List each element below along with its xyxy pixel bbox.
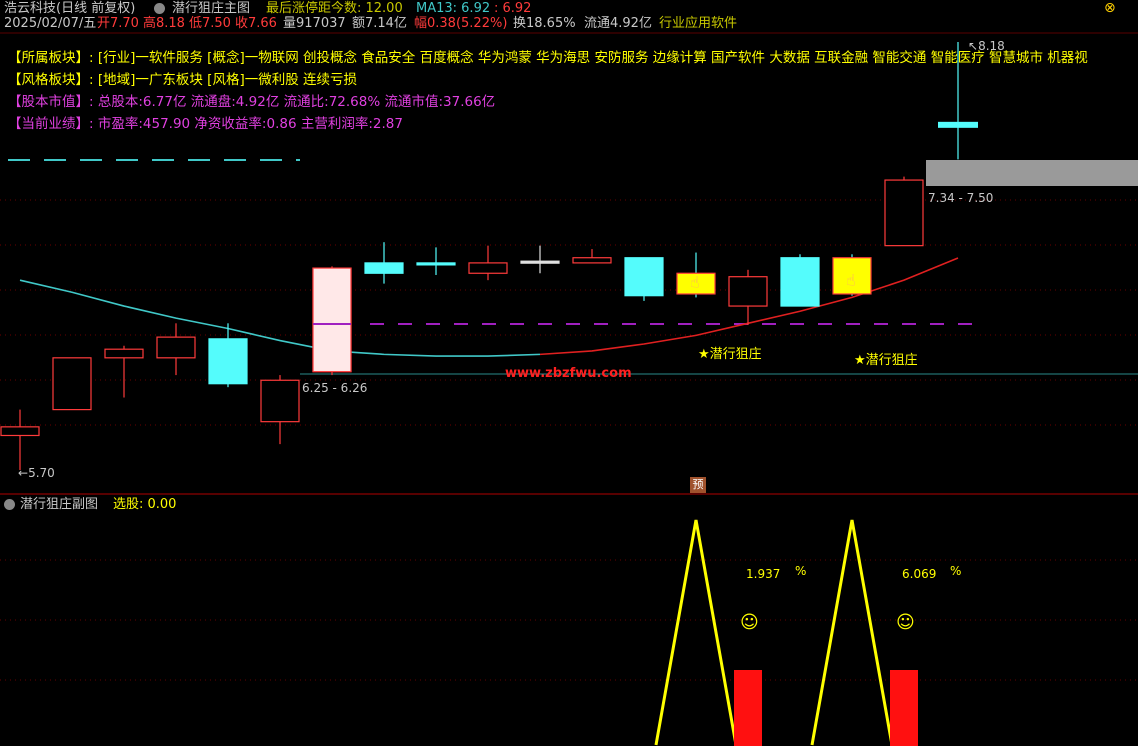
info-label: 【当前业绩】: [8, 116, 94, 132]
pct-label-2: 6.069 [902, 567, 937, 581]
info-row-capital: 【股本市值】: 总股本:6.77亿 流通盘:4.92亿 流通比:72.68% 流… [8, 93, 495, 111]
subpanel-title[interactable]: 潜行狙庄副图 [20, 497, 98, 513]
candle-body [208, 338, 248, 385]
candle-body [364, 262, 404, 274]
signal-label-1: ★潜行狙庄 [698, 347, 762, 362]
signal-bar [734, 670, 762, 746]
low-value: 低7.50 [189, 16, 231, 31]
candle-body [780, 257, 820, 307]
info-row-sector: 【所属板块】: [行业]一软件服务 [概念]一物联网 创投概念 食品安全 百度概… [8, 49, 1088, 67]
price-zone [926, 160, 1138, 186]
info-row-performance: 【当前业绩】: 市盈率:457.90 净资收益率:0.86 主营利润率:2.87 [8, 115, 403, 133]
subpanel-select: 选股: 0.00 [113, 497, 177, 512]
candle-body [0, 426, 40, 437]
candle-body [156, 336, 196, 359]
info-label: 【风格板块】: [8, 72, 94, 88]
candle-body [468, 262, 508, 274]
info-label: 【股本市值】: [8, 94, 94, 110]
volume-value: 量917037 [283, 16, 346, 31]
ma-label: MA13: 6.92 [416, 1, 491, 16]
smile-icon: ☺ [896, 612, 915, 633]
smile-icon: ☺ [740, 612, 759, 633]
amount-value: 额7.14亿 [352, 16, 407, 31]
settings-icon[interactable] [154, 3, 165, 14]
signal-peak [810, 519, 894, 746]
open-value: 开7.70 [97, 16, 139, 31]
pct-unit-1: % [795, 564, 807, 578]
info-value: [行业]一软件服务 [概念]一物联网 创投概念 食品安全 百度概念 华为鸿蒙 华… [97, 50, 1088, 66]
signal-label-2: ★潜行狙庄 [854, 353, 918, 368]
indicator-name[interactable]: 潜行狙庄主图 [172, 1, 250, 17]
close-value: 收7.66 [235, 16, 277, 31]
industry-value: 行业应用软件 [659, 16, 738, 31]
candle-body [884, 179, 924, 247]
high-marker: ↖8.18 [968, 39, 1005, 53]
signal-peak [654, 519, 738, 746]
high-value: 高8.18 [143, 16, 185, 31]
candle-body [624, 257, 664, 297]
candle-body [260, 379, 300, 423]
change-value: 幅0.38(5.22%) [414, 16, 508, 31]
candle-body [416, 262, 456, 266]
hand-pointer-icon: ☝ [846, 271, 856, 290]
info-value: [地域]一广东板块 [风格]一微利股 连续亏损 [97, 72, 358, 88]
date-label: 2025/02/07/五 [4, 16, 97, 31]
breakout-candle [312, 267, 352, 373]
close-icon[interactable]: ⊗ [1104, 0, 1116, 16]
candle-body [104, 348, 144, 359]
float-value: 流通4.92亿 [584, 16, 652, 31]
candle-body [52, 357, 92, 411]
range-label-b: 7.34 - 7.50 [928, 191, 994, 205]
ma-extra: : 6.92 [494, 1, 532, 16]
low-marker: ←5.70 [18, 466, 55, 480]
info-row-style: 【风格板块】: [地域]一广东板块 [风格]一微利股 连续亏损 [8, 71, 357, 89]
turnover-value: 换18.65% [513, 16, 576, 31]
info-value: 市盈率:457.90 净资收益率:0.86 主营利润率:2.87 [97, 116, 403, 132]
info-label: 【所属板块】: [8, 50, 94, 66]
candle-body [938, 121, 978, 128]
predict-badge[interactable]: 预 [690, 477, 706, 493]
pct-label-1: 1.937 [746, 567, 781, 581]
hand-pointer-icon: ☝ [690, 272, 700, 291]
info-value: 总股本:6.77亿 流通盘:4.92亿 流通比:72.68% 流通市值:37.6… [97, 94, 496, 110]
subpanel-settings-icon[interactable] [4, 499, 15, 510]
range-label-a: 6.25 - 6.26 [302, 381, 368, 395]
candle-body [572, 257, 612, 264]
candle-body [728, 276, 768, 307]
stock-name[interactable]: 浩云科技(日线 前复权) [4, 1, 135, 17]
ma13-line [19, 279, 541, 357]
pct-unit-2: % [950, 564, 962, 578]
limit-text: 最后涨停距今数: 12.00 [266, 1, 403, 16]
signal-bar [890, 670, 918, 746]
candle-body [520, 260, 560, 264]
watermark: www.zbzfwu.com [505, 366, 632, 381]
